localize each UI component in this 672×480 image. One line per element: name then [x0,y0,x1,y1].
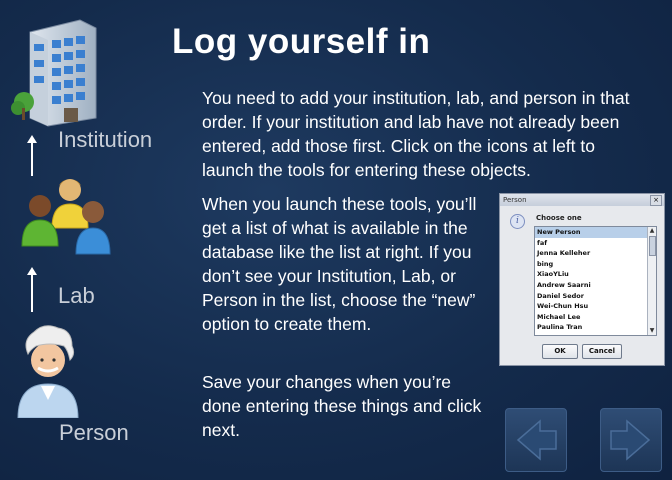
person-icon[interactable] [14,324,84,418]
list-item[interactable]: Daniel Sedor [535,291,656,302]
instructions-list: When you launch these tools, you’ll get … [202,194,477,334]
group-icon[interactable] [18,176,118,266]
scroll-up-icon[interactable]: ▲ [648,227,656,235]
list-item[interactable]: Paulina Tran [535,322,656,333]
instructions-order: You need to add your institution, lab, a… [202,88,630,180]
list-scrollbar[interactable]: ▲ ▼ [647,227,656,335]
close-icon[interactable]: × [650,195,662,206]
lab-launcher[interactable]: Lab [18,176,128,308]
person-list[interactable]: New Person faf Jenna Kelleher bing XiaoY… [534,226,657,336]
arrow-up-icon [27,135,37,176]
list-item[interactable]: faf [535,238,656,249]
dialog-title: Person [500,194,664,206]
list-item[interactable]: Andrew Saarni [535,280,656,291]
person-chooser-dialog: Person × i Choose one New Person faf Jen… [499,193,665,366]
back-button[interactable] [505,408,567,472]
lab-label: Lab [58,283,95,308]
institution-label: Institution [58,127,153,152]
list-item[interactable]: Michael Lee [535,312,656,323]
next-button[interactable] [600,408,662,472]
list-item[interactable]: Jenna Kelleher [535,248,656,259]
next-arrow-icon [610,419,651,461]
ok-button[interactable]: OK [542,344,578,359]
cancel-button[interactable]: Cancel [582,344,622,359]
instructions-save: Save your changes when you’re done enter… [202,372,482,440]
dialog-prompt: Choose one [536,214,582,222]
info-icon: i [510,214,525,229]
back-arrow-icon [516,419,557,461]
list-item[interactable]: New Person [535,227,656,238]
scroll-thumb[interactable] [649,236,656,256]
building-icon[interactable] [8,10,108,130]
arrow-up-icon [27,267,37,312]
list-item[interactable]: bing [535,259,656,270]
list-item[interactable]: XiaoYLiu [535,269,656,280]
scroll-down-icon[interactable]: ▼ [648,327,656,335]
person-label: Person [59,420,129,445]
page-title: Log yourself in [172,22,431,61]
person-launcher[interactable]: Person [14,324,144,448]
list-item[interactable]: Wei-Chun Hsu [535,301,656,312]
